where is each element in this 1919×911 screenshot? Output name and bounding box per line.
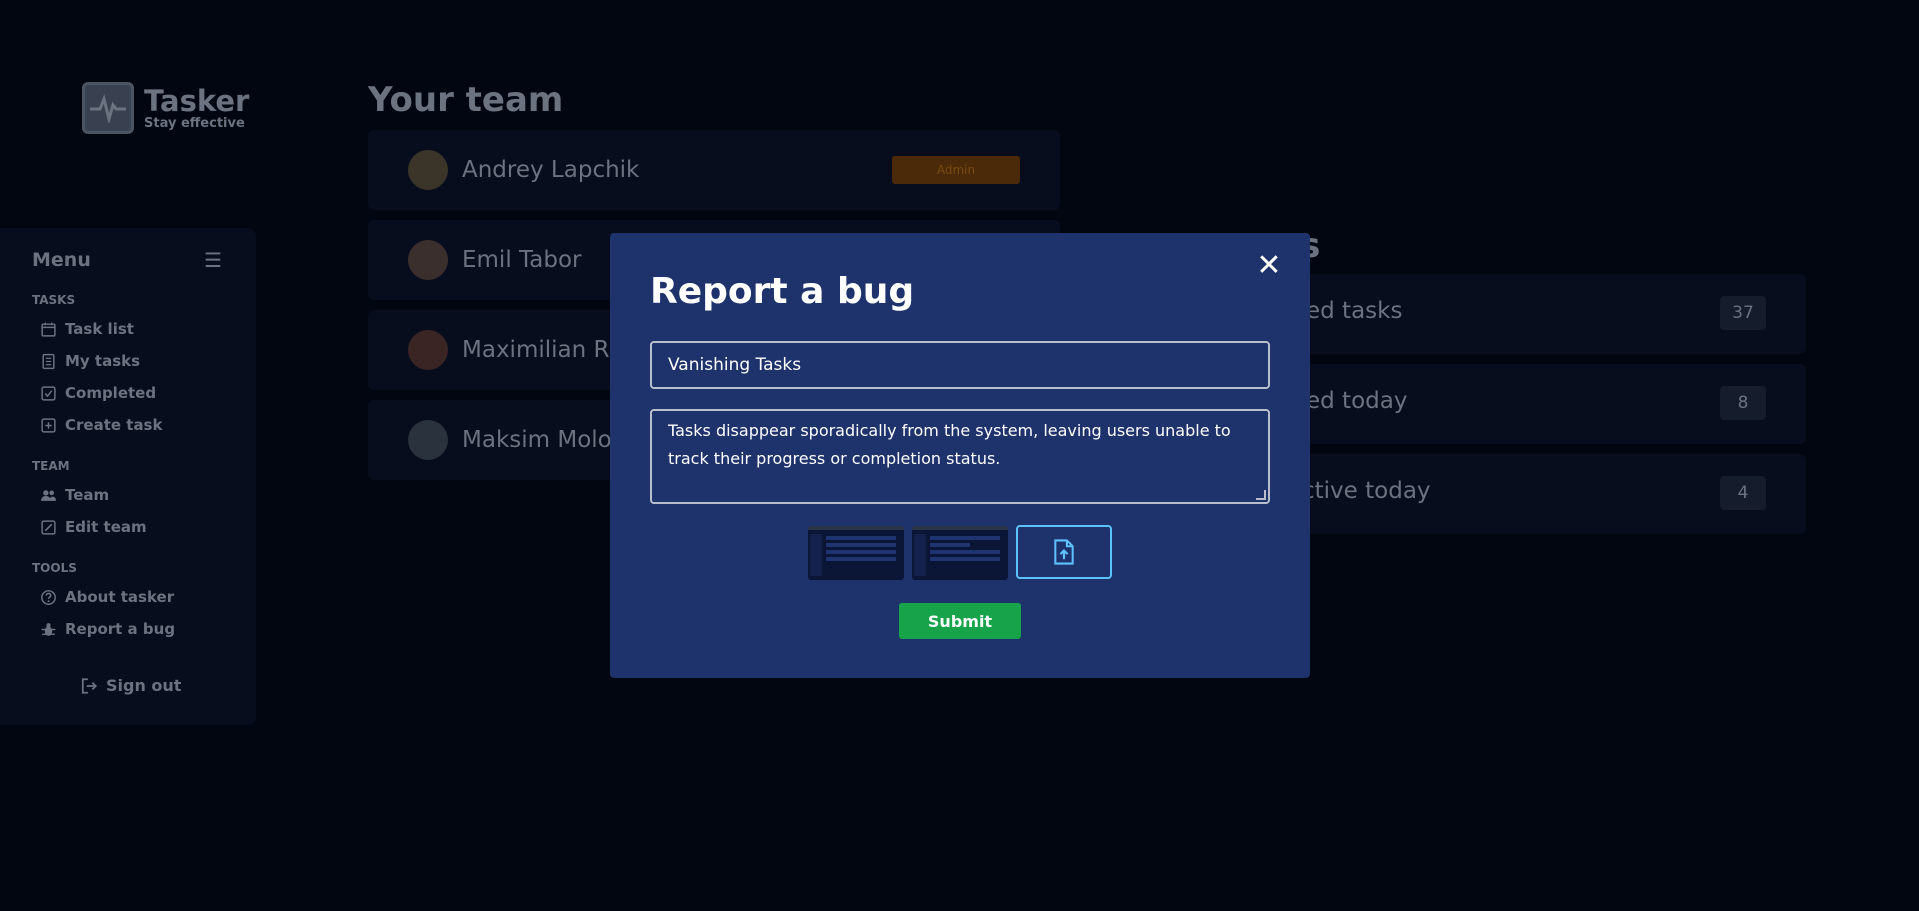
stat-card: ed tasks 37 bbox=[1240, 274, 1806, 354]
stat-card: ed today 8 bbox=[1240, 364, 1806, 444]
stat-label: ed today bbox=[1306, 388, 1408, 414]
sidebar-item-report-bug[interactable]: Report a bug bbox=[40, 620, 175, 638]
plus-square-icon bbox=[41, 417, 56, 433]
sidebar-item-my-tasks[interactable]: My tasks bbox=[40, 352, 140, 370]
calendar-icon bbox=[41, 322, 56, 337]
sign-out-button[interactable]: Sign out bbox=[80, 676, 181, 695]
submit-button[interactable]: Submit bbox=[899, 603, 1021, 639]
bug-description-textarea[interactable]: Tasks disappear sporadically from the sy… bbox=[650, 409, 1270, 504]
app-logo: Tasker Stay effective bbox=[82, 82, 249, 134]
sidebar: Menu ☰ TASKS Task list My tasks Complete… bbox=[0, 228, 256, 725]
sidebar-item-label: Task list bbox=[65, 320, 134, 338]
stat-card: ctive today 4 bbox=[1240, 454, 1806, 534]
sidebar-item-team[interactable]: Team bbox=[40, 486, 109, 504]
question-circle-icon bbox=[41, 589, 56, 605]
edit-icon bbox=[41, 519, 56, 535]
sidebar-item-label: Create task bbox=[65, 416, 163, 434]
bug-icon bbox=[41, 622, 56, 636]
avatar bbox=[408, 240, 448, 280]
pulse-logo-icon bbox=[82, 82, 134, 134]
app-name: Tasker bbox=[144, 83, 250, 118]
report-bug-modal: ✕ Report a bug Vanishing Tasks Tasks dis… bbox=[610, 233, 1310, 678]
sidebar-item-label: Report a bug bbox=[65, 620, 176, 638]
avatar bbox=[408, 420, 448, 460]
sign-out-icon bbox=[81, 677, 98, 694]
member-name: Maximilian R bbox=[462, 337, 610, 363]
attachment-thumbnail[interactable] bbox=[912, 526, 1008, 580]
sidebar-item-completed[interactable]: Completed bbox=[40, 384, 156, 402]
document-icon bbox=[42, 353, 55, 369]
member-name: Andrey Lapchik bbox=[462, 157, 640, 183]
stat-label: ctive today bbox=[1302, 478, 1431, 504]
sidebar-item-label: My tasks bbox=[65, 352, 141, 370]
modal-title: Report a bug bbox=[650, 271, 915, 312]
hamburger-icon[interactable]: ☰ bbox=[204, 248, 222, 272]
sidebar-item-edit-team[interactable]: Edit team bbox=[40, 518, 147, 536]
sidebar-item-create-task[interactable]: Create task bbox=[40, 416, 162, 434]
avatar bbox=[408, 150, 448, 190]
sidebar-item-label: Team bbox=[65, 486, 110, 504]
member-name: Emil Tabor bbox=[462, 247, 582, 273]
section-label-team: TEAM bbox=[32, 459, 70, 473]
file-upload-icon bbox=[1054, 539, 1074, 565]
app-tagline: Stay effective bbox=[144, 115, 245, 131]
team-title: Your team bbox=[368, 80, 564, 120]
menu-title: Menu bbox=[32, 249, 91, 271]
menu-header: Menu ☰ bbox=[32, 248, 222, 272]
sidebar-item-label: About tasker bbox=[65, 588, 175, 606]
upload-attachment-button[interactable] bbox=[1016, 525, 1112, 579]
sign-out-label: Sign out bbox=[106, 676, 182, 695]
sidebar-item-task-list[interactable]: Task list bbox=[40, 320, 134, 338]
avatar bbox=[408, 330, 448, 370]
people-icon bbox=[41, 489, 56, 501]
attachment-thumbnail[interactable] bbox=[808, 526, 904, 580]
admin-badge: Admin bbox=[892, 156, 1020, 184]
stat-value: 37 bbox=[1720, 296, 1766, 330]
sidebar-item-label: Completed bbox=[65, 384, 157, 402]
team-member-row[interactable]: Andrey Lapchik Admin bbox=[368, 130, 1060, 210]
close-icon[interactable]: ✕ bbox=[1254, 251, 1284, 281]
stat-value: 8 bbox=[1720, 386, 1766, 420]
bug-title-input[interactable]: Vanishing Tasks bbox=[650, 341, 1270, 389]
sidebar-item-label: Edit team bbox=[65, 518, 147, 536]
stat-value: 4 bbox=[1720, 476, 1766, 510]
check-square-icon bbox=[41, 385, 56, 401]
section-label-tasks: TASKS bbox=[32, 293, 76, 307]
stat-label: ed tasks bbox=[1306, 298, 1403, 324]
section-label-tools: TOOLS bbox=[32, 561, 77, 575]
description-text: Tasks disappear sporadically from the sy… bbox=[668, 421, 1231, 468]
resize-grip-icon[interactable] bbox=[1256, 490, 1266, 500]
member-name: Maksim Molo bbox=[462, 427, 612, 453]
sidebar-item-about[interactable]: About tasker bbox=[40, 588, 174, 606]
